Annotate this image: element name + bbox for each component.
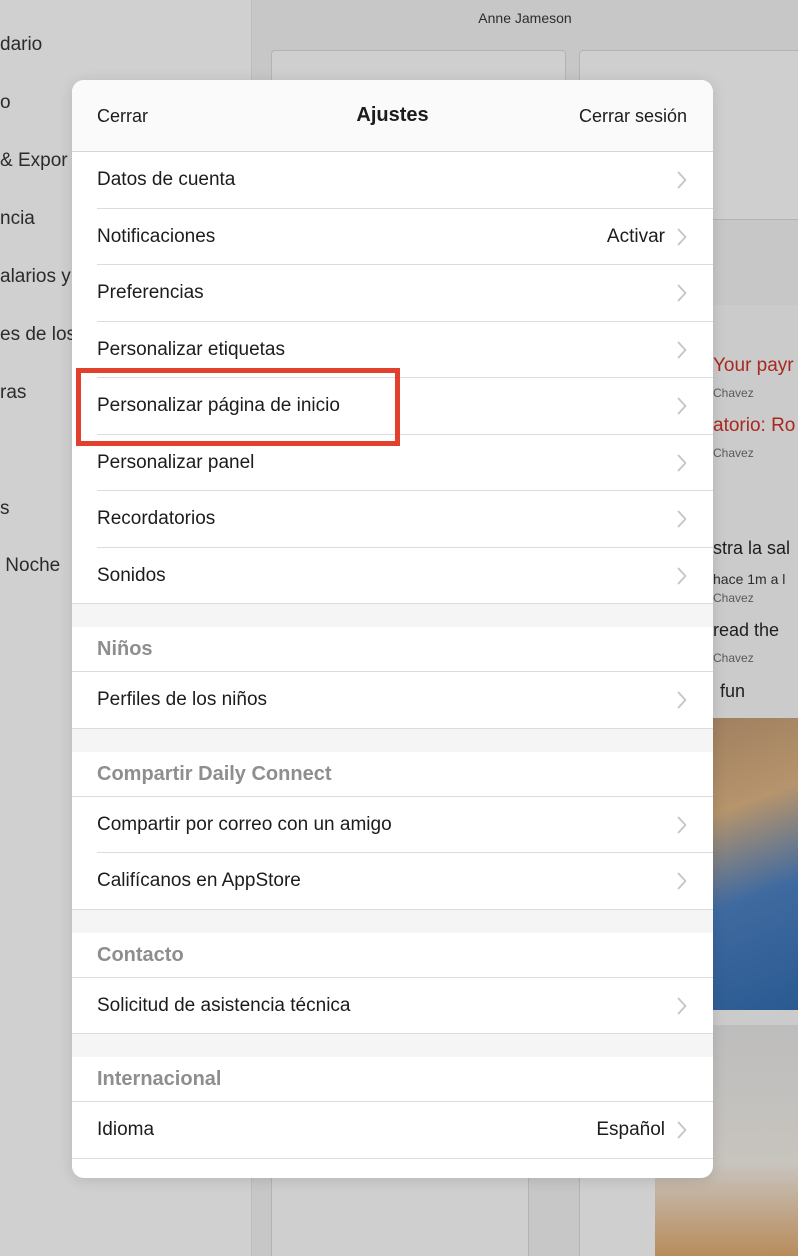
settings-row-compartir-por-correo-con-un-amigo[interactable]: Compartir por correo con un amigo xyxy=(72,796,713,853)
row-label: Personalizar etiquetas xyxy=(97,338,285,360)
settings-row-idioma[interactable]: Idioma Español xyxy=(72,1102,713,1159)
settings-sections: Niños Perfiles de los niños Compartir Dail… xyxy=(72,604,713,1159)
section-header-compartir-daily-connect: Compartir Daily Connect xyxy=(72,751,713,797)
section-title: Internacional xyxy=(97,1068,222,1090)
chevron-right-icon xyxy=(677,510,687,528)
chevron-right-icon xyxy=(677,567,687,585)
feed-post-meta: hace 1m a l xyxy=(713,571,786,587)
row-label: Idioma xyxy=(97,1119,155,1141)
user-name: Anne Jameson xyxy=(478,10,572,26)
chevron-right-icon xyxy=(677,228,687,246)
section-spacer xyxy=(72,604,713,627)
settings-list: Datos de cuenta Notificaciones Activar Pref… xyxy=(72,152,713,604)
chevron-right-icon xyxy=(677,171,687,189)
settings-row-perfiles-de-los-ninos[interactable]: Perfiles de los niños xyxy=(72,672,713,729)
section-title: Compartir Daily Connect xyxy=(97,762,332,785)
sidebar-item: ras xyxy=(0,382,27,403)
settings-row-preferencias[interactable]: Preferencias xyxy=(72,265,713,322)
row-label: Notificaciones xyxy=(97,225,216,247)
settings-row-personalizar-panel[interactable]: Personalizar panel xyxy=(72,434,713,491)
chevron-right-icon xyxy=(677,397,687,415)
row-value: Activar xyxy=(606,225,665,247)
feed-author: Chavez xyxy=(713,386,754,400)
row-label: Datos de cuenta xyxy=(97,169,236,191)
section-spacer xyxy=(72,728,713,752)
settings-row-calificanos-en-appstore[interactable]: Califícanos en AppStore xyxy=(72,853,713,910)
logout-button[interactable]: Cerrar sesión xyxy=(579,106,687,127)
row-label: Personalizar página de inicio xyxy=(97,395,340,417)
feed-post-text: stra la sal xyxy=(713,538,791,558)
feed-payment-text: Your payr xyxy=(713,355,794,376)
sidebar-item: alarios y xyxy=(0,266,71,287)
section-title: Contacto xyxy=(97,943,184,966)
row-label: Personalizar panel xyxy=(97,451,255,473)
chevron-right-icon xyxy=(677,1121,687,1139)
chevron-right-icon xyxy=(677,872,687,890)
settings-row-solicitud-de-asistencia-tecnica[interactable]: Solicitud de asistencia técnica xyxy=(72,977,713,1034)
sidebar-item: es de los xyxy=(0,324,77,345)
section-header-contacto: Contacto xyxy=(72,932,713,978)
row-label: Preferencias xyxy=(97,282,204,304)
chevron-right-icon xyxy=(677,284,687,302)
chevron-right-icon xyxy=(677,691,687,709)
row-label: Solicitud de asistencia técnica xyxy=(97,994,351,1016)
feed-post-text: read the xyxy=(713,620,780,640)
feed-photo xyxy=(713,718,798,1010)
sidebar-item: Noche xyxy=(0,555,61,576)
settings-row-sonidos[interactable]: Sonidos xyxy=(72,547,713,604)
section-title: Niños xyxy=(97,638,153,660)
chevron-right-icon xyxy=(677,341,687,359)
row-label: Perfiles de los niños xyxy=(97,689,268,711)
row-label: Compartir por correo con un amigo xyxy=(97,813,392,835)
sidebar-item: s xyxy=(0,498,10,519)
settings-row-personalizar-etiquetas[interactable]: Personalizar etiquetas xyxy=(72,321,713,378)
settings-row-datos-de-cuenta[interactable]: Datos de cuenta xyxy=(72,152,713,209)
sidebar-item: dario xyxy=(0,34,43,55)
sidebar-item: ncia xyxy=(0,208,35,229)
settings-row-personalizar-pagina-de-inicio[interactable]: Personalizar página de inicio xyxy=(72,378,713,435)
settings-row-notificaciones[interactable]: Notificaciones Activar xyxy=(72,208,713,265)
chevron-right-icon xyxy=(677,816,687,834)
chevron-right-icon xyxy=(677,454,687,472)
modal-header: Cerrar Ajustes Cerrar sesión xyxy=(72,80,713,152)
section-spacer xyxy=(72,1034,713,1057)
screen: dario o & Expor ncia alarios y es de los… xyxy=(0,0,798,1256)
section-header-internacional: Internacional xyxy=(72,1057,713,1102)
row-value: Español xyxy=(596,1119,665,1141)
row-label: Califícanos en AppStore xyxy=(97,870,301,892)
row-label: Recordatorios xyxy=(97,508,216,530)
row-label: Sonidos xyxy=(97,564,166,586)
section-spacer xyxy=(72,909,713,933)
feed-author: Chavez xyxy=(713,591,754,605)
feed-reminder-text: atorio: Ro xyxy=(713,415,796,436)
feed-author: Chavez xyxy=(713,651,754,665)
settings-modal: Cerrar Ajustes Cerrar sesión Datos de cu… xyxy=(72,80,713,1178)
sidebar-item: o xyxy=(0,92,11,113)
sidebar-item: & Expor xyxy=(0,150,68,171)
chevron-right-icon xyxy=(677,997,687,1015)
settings-row-recordatorios[interactable]: Recordatorios xyxy=(72,491,713,548)
section-header-ninos: Niños xyxy=(72,627,713,672)
feed-author: Chavez xyxy=(713,446,754,460)
feed-post-text: fun xyxy=(720,681,746,701)
